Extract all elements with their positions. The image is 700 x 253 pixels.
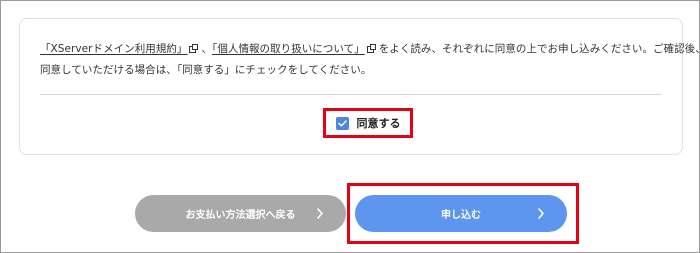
external-link-icon (189, 44, 199, 53)
terms-instructions: 「XServerドメイン利用規約」 、「個人情報の取り扱いについて」 をよく読み、そ… (40, 39, 700, 81)
submit-button-label: 申し込む (441, 210, 481, 221)
terms-agreement-panel: 「XServerドメイン利用規約」 、「個人情報の取り扱いについて」 をよく読み、そ… (19, 18, 700, 155)
chevron-right-icon (316, 206, 325, 221)
section-divider (40, 94, 662, 95)
submit-application-button[interactable]: 申し込む (355, 195, 567, 232)
back-to-payment-method-button[interactable]: お支払い方法選択へ戻る (135, 195, 346, 232)
terms-line-1-suffix: をよく読み、それぞれに同意の上でお申し込みください。ご確認後、 (378, 43, 700, 55)
terms-line-2: 同意していただける場合は、「同意する」にチェックをしてください。 (40, 64, 372, 76)
agree-label-text: 同意する (356, 117, 401, 130)
external-link-icon (366, 44, 376, 53)
back-button-label: お支払い方法選択へ戻る (185, 210, 296, 221)
agree-checkbox[interactable] (335, 116, 349, 130)
application-confirmation-screen: 「XServerドメイン利用規約」 、「個人情報の取り扱いについて」 をよく読み、そ… (0, 0, 700, 253)
terms-separator: 、 (201, 43, 213, 55)
terms-line-1: 「XServerドメイン利用規約」 、「個人情報の取り扱いについて」 をよく読み、そ… (40, 39, 700, 60)
agree-checkbox-label[interactable]: 同意する (323, 108, 413, 138)
chevron-right-icon (537, 206, 546, 221)
privacy-policy-link[interactable]: 「個人情報の取り扱いについて」 (212, 43, 365, 55)
xserver-domain-terms-link[interactable]: 「XServerドメイン利用規約」 (40, 43, 187, 55)
check-icon (337, 119, 347, 127)
